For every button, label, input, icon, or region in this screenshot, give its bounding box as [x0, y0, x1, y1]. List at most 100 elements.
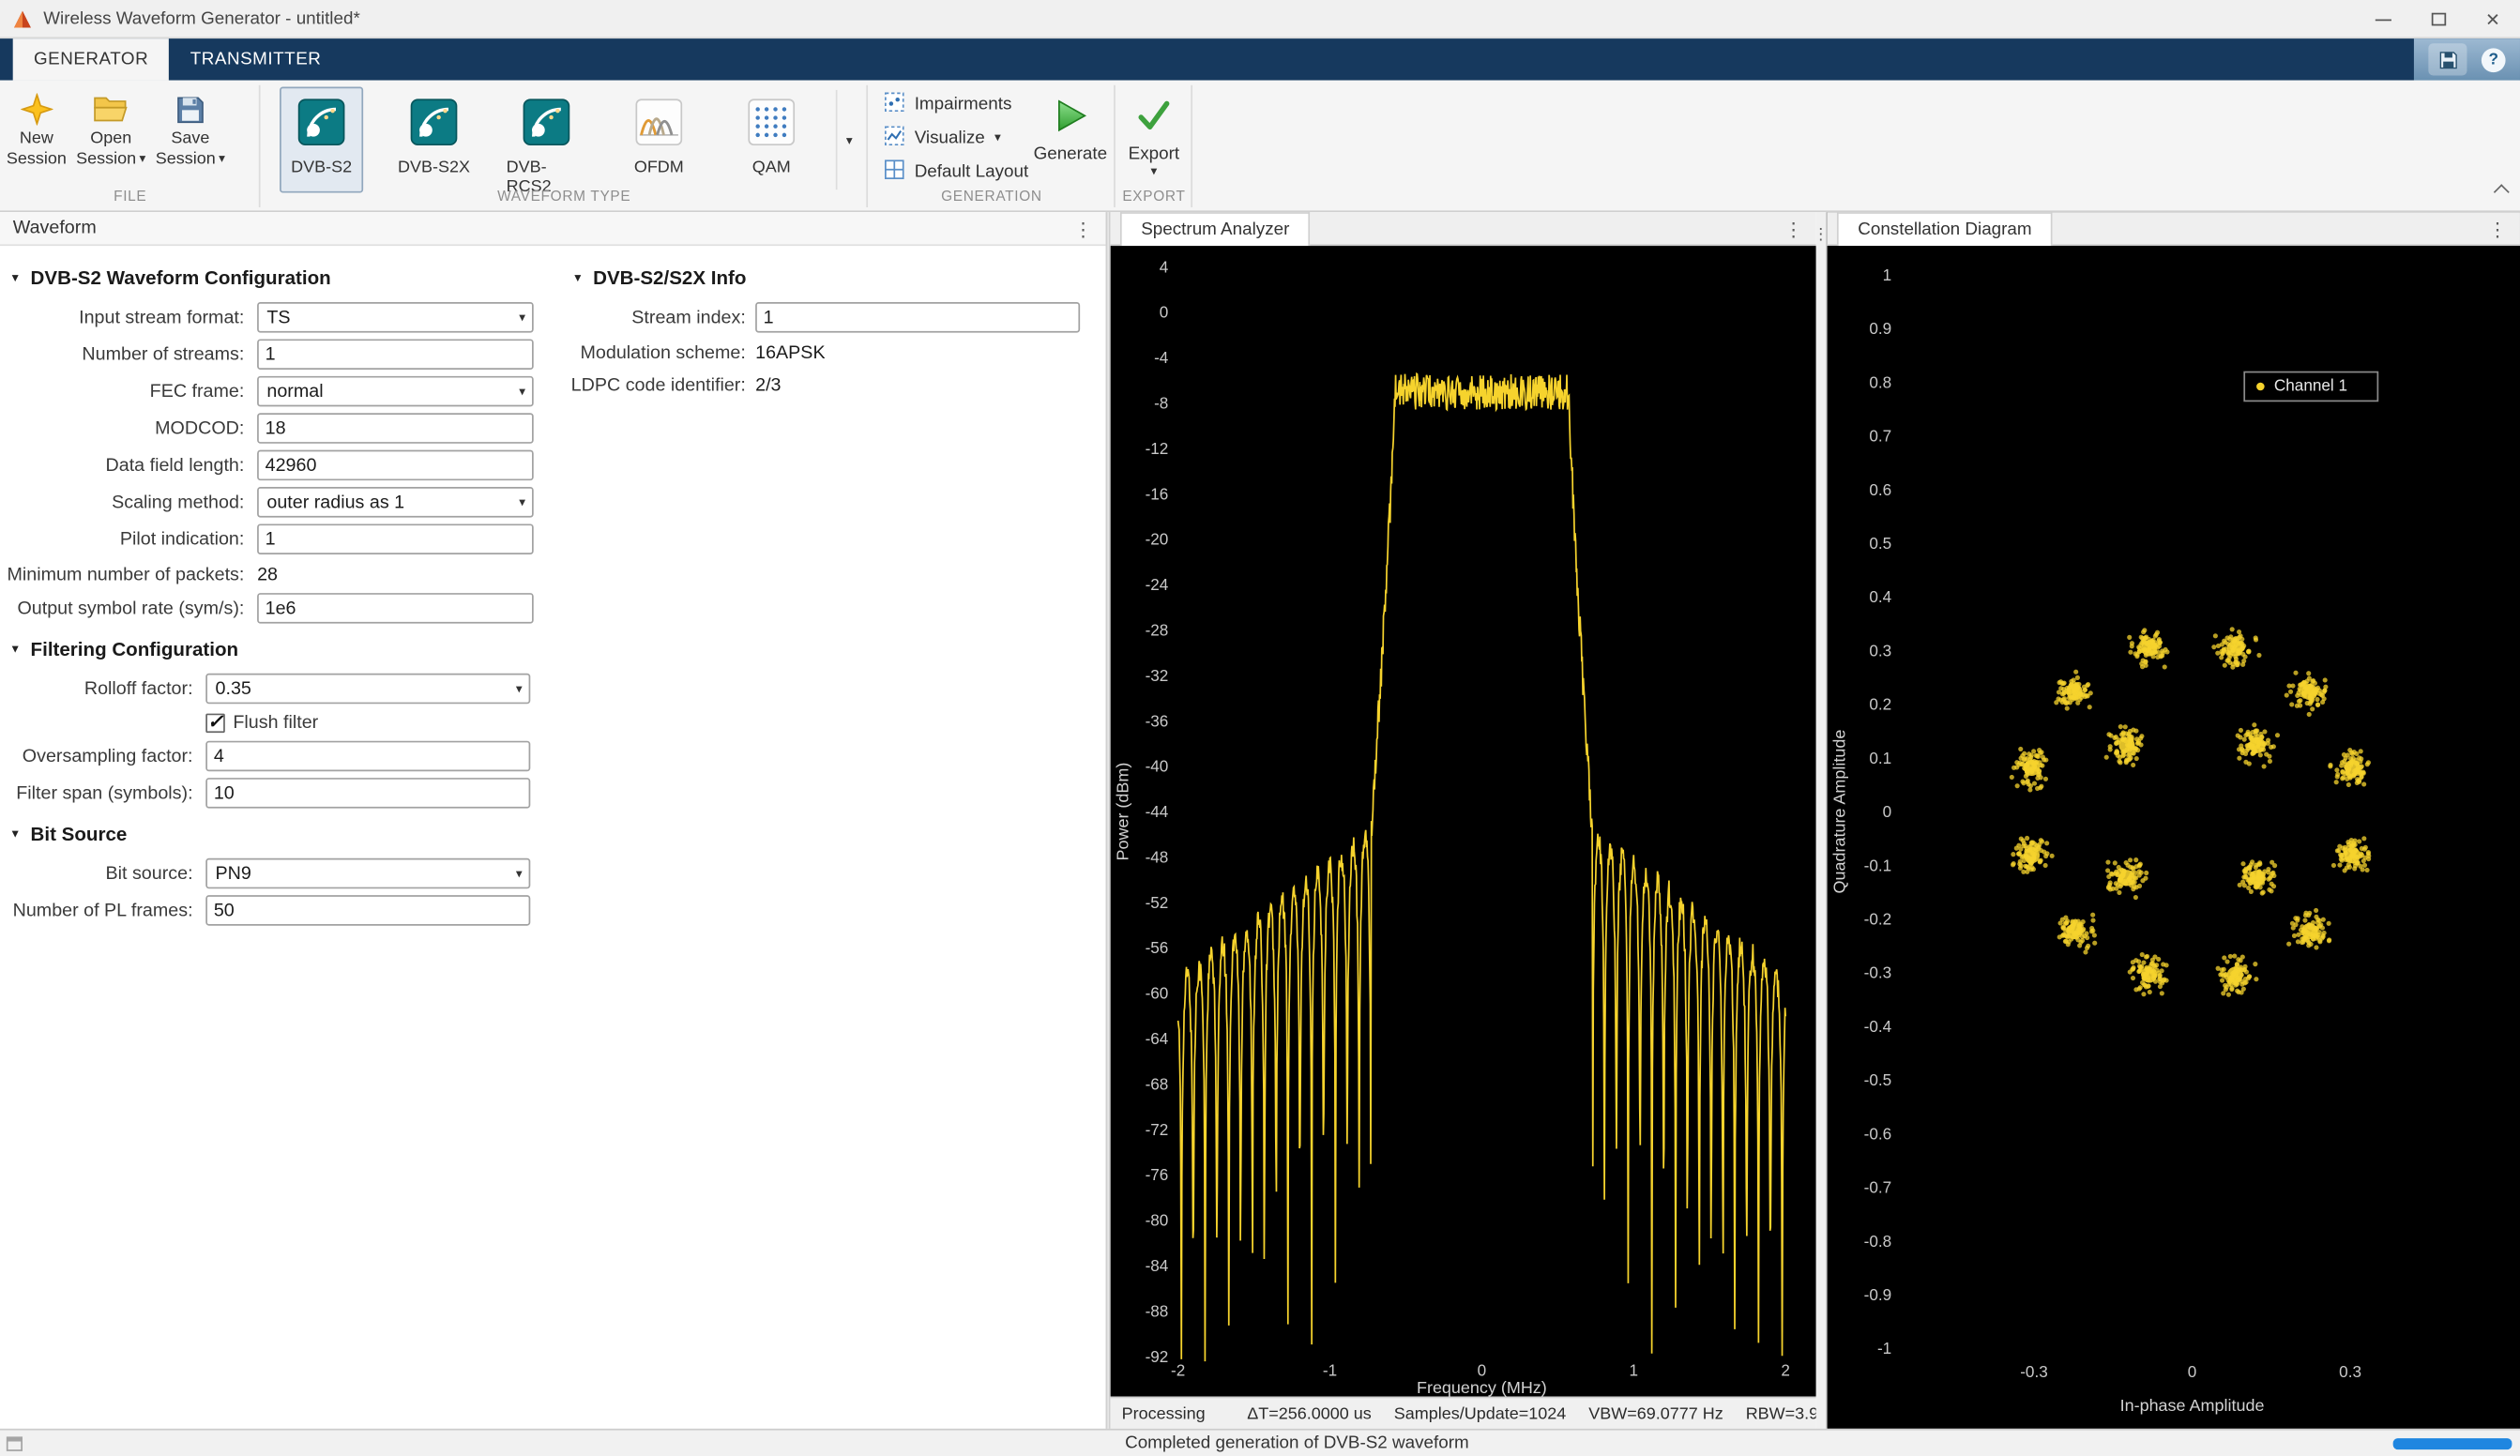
- fec-frame-dropdown[interactable]: normal: [257, 376, 534, 407]
- tab-spectrum-analyzer[interactable]: Spectrum Analyzer: [1120, 212, 1311, 246]
- waveform-type-ofdm-button[interactable]: OFDM: [617, 87, 701, 193]
- plot-graphic: [2134, 864, 2139, 869]
- impairments-button[interactable]: Impairments: [884, 87, 1028, 121]
- plot-graphic: [2106, 732, 2111, 736]
- plot-graphic: [2254, 732, 2258, 736]
- constellation-menu-icon[interactable]: [2488, 212, 2508, 246]
- waveform-gallery-overflow-button[interactable]: [836, 90, 861, 190]
- plot-graphic: [2117, 865, 2121, 870]
- plot-graphic: [2327, 938, 2331, 943]
- input-stream-format-dropdown[interactable]: TS: [257, 302, 534, 333]
- axis-label: 0.5: [1869, 534, 1891, 553]
- help-button[interactable]: [2482, 48, 2506, 72]
- plot-graphic: [2160, 991, 2164, 995]
- close-button[interactable]: [2466, 0, 2520, 38]
- spectrum-plot-area: 40-4-8-12-16-20-24-28-32-36-40-44-48-52-…: [1111, 246, 1816, 1397]
- constellation-tab-strip: Constellation Diagram: [1828, 212, 2520, 246]
- plot-graphic: [2299, 688, 2303, 692]
- plot-graphic: [2302, 918, 2307, 922]
- bit-source-dropdown[interactable]: PN9: [205, 858, 530, 889]
- plot-graphic: [2155, 630, 2160, 635]
- stream-index-input[interactable]: [755, 302, 1080, 333]
- waveform-type-dvbs2-button[interactable]: DVB-S2: [280, 87, 363, 193]
- plot-graphic: [2293, 671, 2298, 675]
- plot-graphic: [2311, 678, 2315, 683]
- plot-graphic: [2239, 728, 2243, 733]
- waveform-type-dvbs2x-button[interactable]: DVB-S2X: [392, 87, 476, 193]
- num-pl-frames-input[interactable]: [205, 895, 530, 926]
- rolloff-factor-dropdown[interactable]: 0.35: [205, 674, 530, 705]
- plot-graphic: [2133, 895, 2138, 900]
- output-symbol-rate-input[interactable]: [257, 593, 534, 624]
- visualize-button[interactable]: Visualize: [884, 120, 1028, 154]
- modulation-scheme-value: 16APSK: [755, 343, 825, 363]
- scaling-method-dropdown[interactable]: outer radius as 1: [257, 487, 534, 518]
- flush-filter-checkbox[interactable]: Flush filter: [205, 713, 318, 733]
- plot-graphic: [2137, 884, 2142, 888]
- pilot-indication-input[interactable]: [257, 523, 534, 554]
- plot-graphic: [2360, 764, 2364, 768]
- plot-graphic: [2275, 733, 2280, 737]
- plot-graphic: [2260, 881, 2265, 886]
- oversampling-factor-input[interactable]: [205, 741, 530, 772]
- section-header-filtering[interactable]: Filtering Configuration: [9, 636, 546, 661]
- field-label: Modulation scheme:: [563, 343, 746, 363]
- dropdown-value: TS: [266, 308, 290, 327]
- maximize-button[interactable]: [2411, 0, 2466, 38]
- axis-label: Quadrature Amplitude: [1830, 730, 1849, 894]
- tab-generator[interactable]: GENERATOR: [13, 38, 170, 81]
- plot-graphic: [2238, 735, 2242, 739]
- plot-graphic: [2327, 921, 2331, 926]
- tab-transmitter[interactable]: TRANSMITTER: [169, 38, 342, 81]
- plot-graphic: [2038, 859, 2042, 864]
- measurement-vbw: VBW=69.0777 Hz: [1588, 1403, 1723, 1423]
- plot-graphic: [2243, 869, 2248, 873]
- section-header-info[interactable]: DVB-S2/S2X Info: [572, 265, 1102, 291]
- waveform-type-qam-button[interactable]: QAM: [730, 87, 813, 193]
- quick-save-button[interactable]: [2428, 43, 2467, 75]
- number-of-streams-input[interactable]: [257, 339, 534, 370]
- axis-label: -0.3: [2020, 1362, 2048, 1381]
- modcod-input[interactable]: [257, 413, 534, 444]
- plot-graphic: [2248, 881, 2253, 886]
- button-label: Open: [90, 129, 131, 148]
- field-label: MODCOD:: [0, 418, 244, 438]
- plot-graphic: [2211, 645, 2216, 649]
- axis-label: 0.4: [1869, 587, 1891, 606]
- waveform-panel-menu-icon[interactable]: [1073, 212, 1093, 246]
- axis-label: -88: [1146, 1301, 1169, 1320]
- minimize-button[interactable]: [2356, 0, 2410, 38]
- plot-graphic: [2039, 848, 2043, 853]
- axis-label: -52: [1146, 893, 1169, 912]
- plot-graphic: [2366, 851, 2371, 856]
- panel-splitter[interactable]: [1816, 212, 1828, 1429]
- filter-span-input[interactable]: [205, 778, 530, 809]
- waveform-type-dvbrcs2-button[interactable]: DVB-RCS2: [505, 87, 588, 193]
- axis-label: 4: [1160, 257, 1169, 276]
- axis-label: 1: [1629, 1360, 1638, 1379]
- plot-graphic: [2226, 651, 2231, 656]
- plot-graphic: [2267, 887, 2271, 892]
- plot-graphic: [2314, 927, 2318, 932]
- section-header-dvbs2-config[interactable]: DVB-S2 Waveform Configuration: [9, 265, 546, 291]
- plot-graphic: [2077, 943, 2082, 948]
- default-layout-button[interactable]: Default Layout: [884, 154, 1028, 188]
- plot-graphic: [2262, 869, 2267, 873]
- data-field-length-input[interactable]: [257, 450, 534, 481]
- generate-button[interactable]: Generate: [1032, 87, 1109, 164]
- plot-graphic: [2320, 933, 2325, 938]
- plot-graphic: [2025, 864, 2029, 869]
- collapse-ribbon-button[interactable]: [2494, 184, 2510, 200]
- spectrum-menu-icon[interactable]: [1784, 212, 1803, 246]
- field-label: Number of PL frames:: [0, 901, 193, 920]
- tab-constellation-diagram[interactable]: Constellation Diagram: [1837, 212, 2053, 246]
- export-button[interactable]: Export: [1118, 87, 1189, 179]
- section-title: Filtering Configuration: [31, 638, 239, 660]
- button-label: Save: [171, 129, 209, 148]
- plot-graphic: [2114, 881, 2118, 886]
- plot-graphic: [2348, 841, 2353, 845]
- plot-graphic: [2328, 764, 2332, 768]
- plot-graphic: [2345, 857, 2350, 862]
- section-header-bit-source[interactable]: Bit Source: [9, 821, 546, 846]
- axis-label: Power (dBm): [1114, 763, 1132, 861]
